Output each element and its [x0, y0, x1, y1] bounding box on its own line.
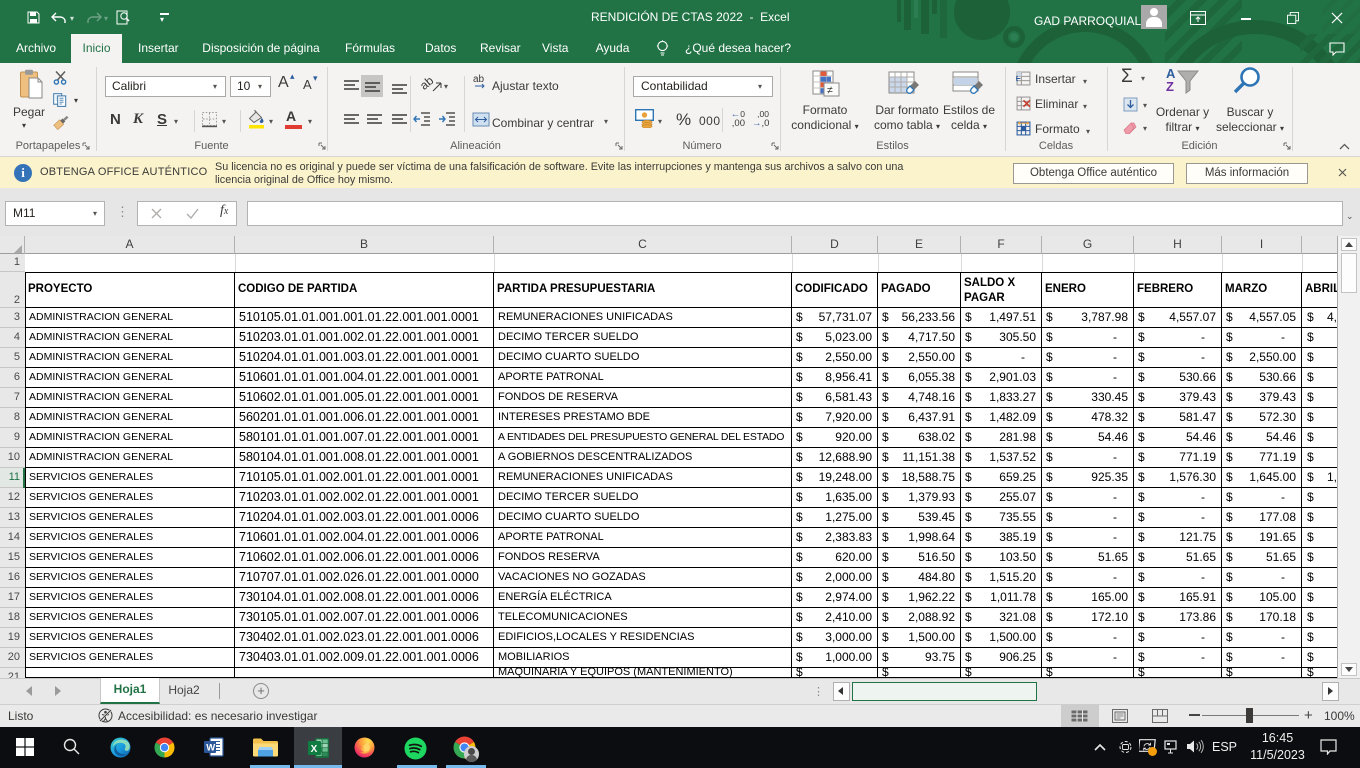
svg-text:W: W: [206, 742, 215, 753]
svg-text:X: X: [311, 744, 318, 755]
svg-text:≠: ≠: [827, 85, 833, 97]
svg-text:ab: ab: [473, 74, 485, 85]
